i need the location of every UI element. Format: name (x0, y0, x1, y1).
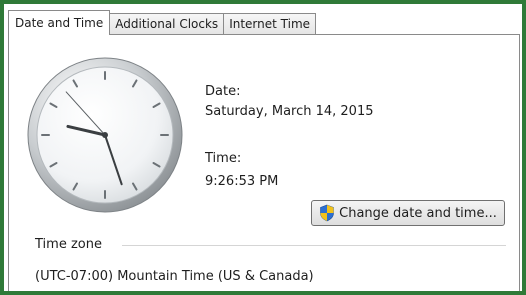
uac-shield-icon (320, 204, 334, 222)
tab-internet-time[interactable]: Internet Time (223, 13, 317, 35)
tab-date-and-time[interactable]: Date and Time (8, 10, 111, 35)
change-date-and-time-label: Change date and time... (339, 205, 497, 221)
tab-additional-clocks[interactable]: Additional Clocks (109, 13, 225, 35)
time-value: 9:26:53 PM (205, 174, 279, 189)
date-label: Date: (205, 84, 241, 99)
time-label: Time: (205, 151, 242, 166)
time-zone-heading: Time zone (35, 237, 102, 252)
clock-center-pin (102, 132, 108, 138)
time-zone-divider (122, 245, 506, 246)
time-zone-value: (UTC-07:00) Mountain Time (US & Canada) (35, 269, 314, 284)
analog-clock (27, 57, 183, 213)
tab-bar: Date and Time Additional Clocks Internet… (8, 10, 317, 35)
change-date-and-time-button[interactable]: Change date and time... (311, 200, 505, 226)
date-value: Saturday, March 14, 2015 (205, 104, 374, 119)
